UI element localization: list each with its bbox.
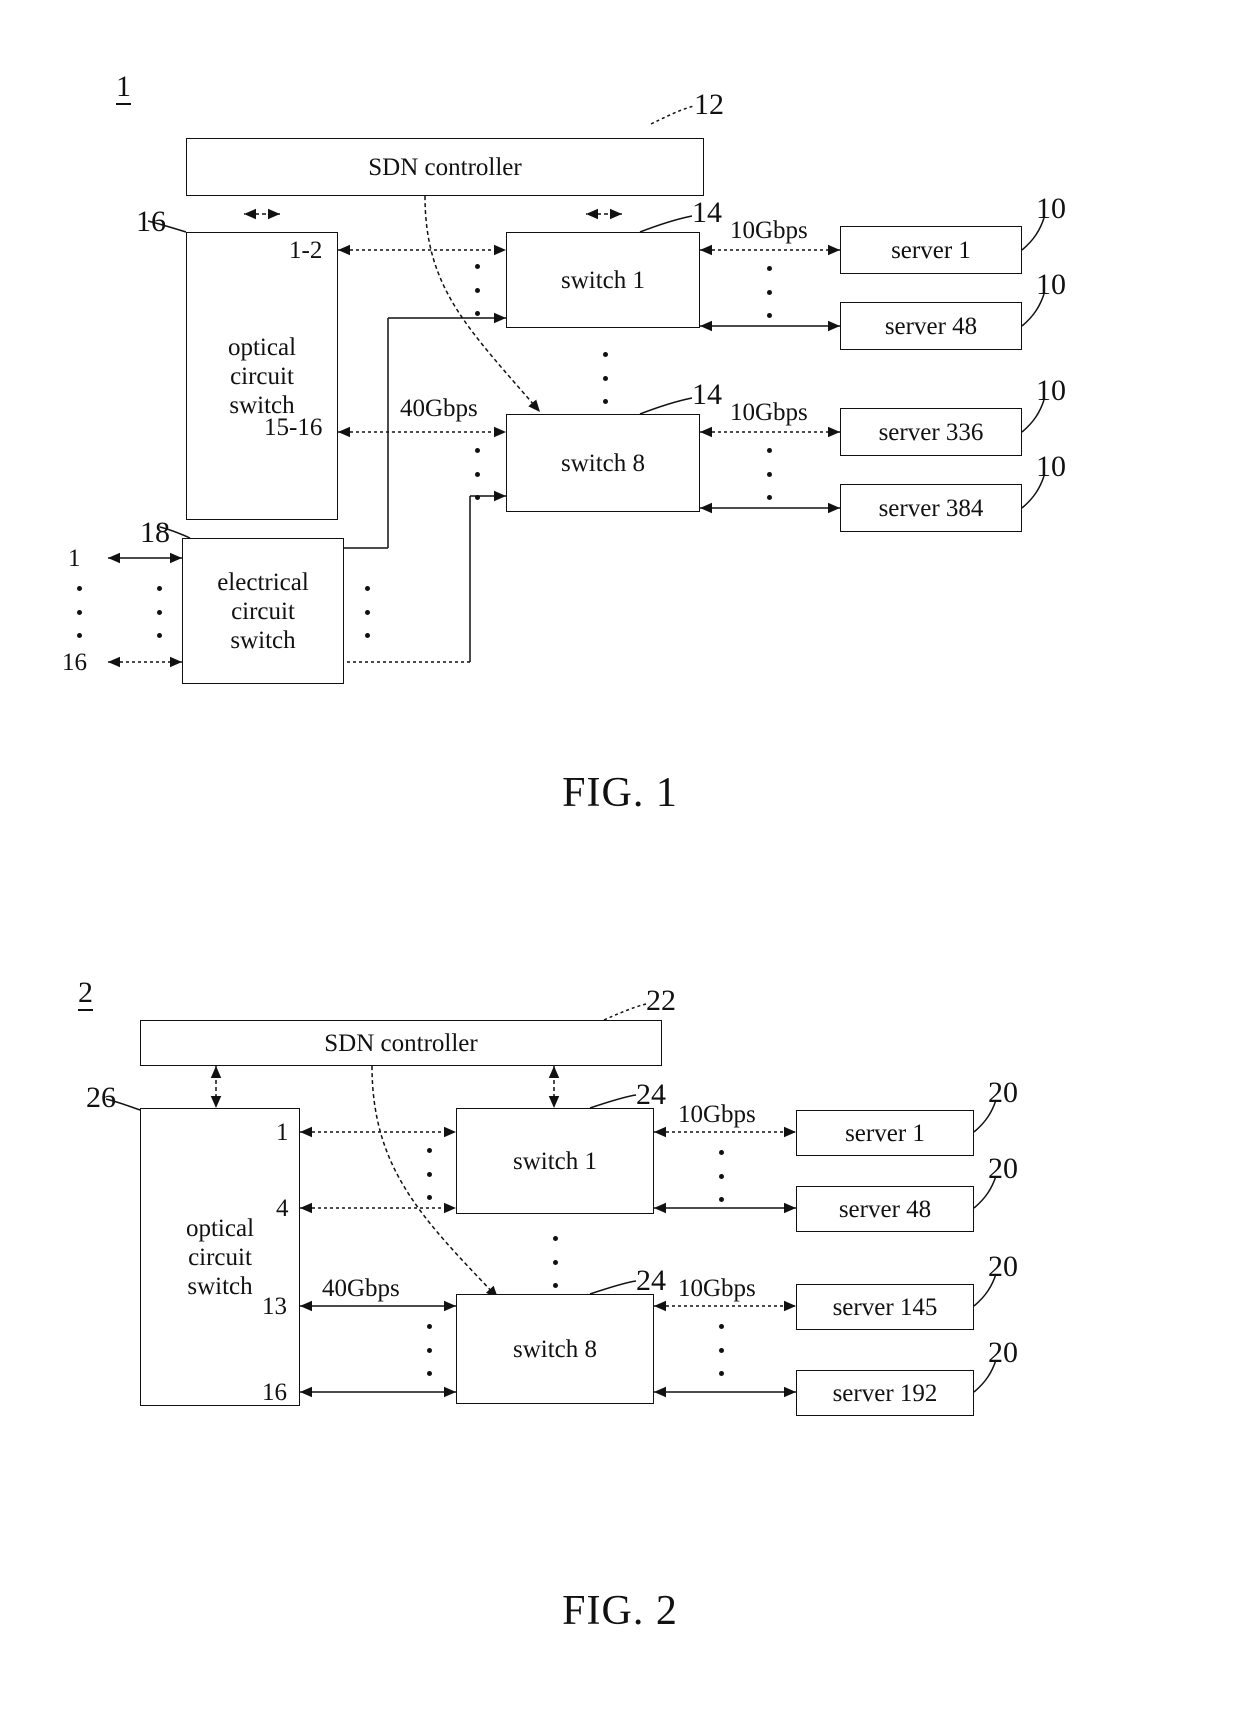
fig1-ref-14-bottom: 14 [692, 378, 722, 411]
fig1-ref-10-d: 10 [1036, 450, 1066, 483]
fig1-electrical-left-port-16: 16 [62, 649, 87, 676]
fig1-ref-18: 18 [140, 516, 170, 549]
fig2-rate-40gbps: 40Gbps [322, 1275, 400, 1302]
fig1-optical-switch-line-2: circuit [230, 362, 294, 390]
fig2-ref-24-bottom: 24 [636, 1264, 666, 1297]
fig1-switch-8-box: switch 8 [506, 414, 700, 512]
fig1-server-336-box: server 336 [840, 408, 1022, 456]
fig2-server-48-box: server 48 [796, 1186, 974, 1232]
fig1-server-336-label: server 336 [878, 418, 984, 446]
fig1-ref-16: 16 [136, 205, 166, 238]
fig2-server-192-box: server 192 [796, 1370, 974, 1416]
fig2-optical-port-16: 16 [262, 1379, 287, 1406]
fig1-electrical-switch-line-3: switch [230, 626, 296, 654]
fig2-ellipsis-optical-to-switch8 [424, 1324, 434, 1376]
fig1-ref-14-top: 14 [692, 196, 722, 229]
fig1-server-1-label: server 1 [891, 236, 971, 264]
fig1-ellipsis-electrical-left-outer [74, 586, 84, 638]
fig1-optical-port-15-16: 15-16 [264, 414, 323, 441]
fig2-switch-1-label: switch 1 [512, 1147, 598, 1175]
fig2-optical-port-4: 4 [276, 1195, 289, 1222]
fig1-ellipsis-switch1-servers [764, 266, 774, 318]
fig2-optical-port-1: 1 [276, 1119, 289, 1146]
figure-2-caption: FIG. 2 [562, 1588, 678, 1634]
fig2-ref-20-d: 20 [988, 1336, 1018, 1369]
figure-1: 1 SDN controller 12 optical circuit swit… [0, 0, 1240, 920]
fig1-server-384-box: server 384 [840, 484, 1022, 532]
fig2-switch-8-label: switch 8 [512, 1335, 598, 1363]
fig1-ref-10-b: 10 [1036, 268, 1066, 301]
fig1-switch-1-label: switch 1 [560, 266, 646, 294]
figure-2-number: 2 [78, 976, 93, 1011]
fig2-optical-switch-line-1: optical [185, 1214, 255, 1242]
fig1-sdn-controller-label: SDN controller [368, 153, 522, 181]
fig1-switch-1-box: switch 1 [506, 232, 700, 328]
fig1-ellipsis-electrical-left-inner [154, 586, 164, 638]
fig2-server-145-box: server 145 [796, 1284, 974, 1330]
fig1-optical-port-1-2: 1-2 [289, 237, 323, 264]
fig2-ref-20-a: 20 [988, 1076, 1018, 1109]
fig2-optical-port-13: 13 [262, 1293, 287, 1320]
fig1-ref-10-c: 10 [1036, 374, 1066, 407]
fig1-switch-8-label: switch 8 [560, 449, 646, 477]
figure-1-caption: FIG. 1 [562, 770, 678, 816]
fig2-ref-26: 26 [86, 1081, 116, 1114]
fig1-electrical-switch-line-2: circuit [231, 597, 295, 625]
fig1-server-48-box: server 48 [840, 302, 1022, 350]
fig2-server-192-label: server 192 [832, 1379, 938, 1407]
fig1-ellipsis-switch8-servers [764, 448, 774, 500]
fig1-electrical-left-port-1: 1 [68, 545, 81, 572]
fig2-ellipsis-switch1-servers [716, 1150, 726, 1202]
fig1-optical-switch-line-1: optical [227, 333, 297, 361]
fig1-ref-12: 12 [694, 88, 724, 121]
fig2-sdn-controller-label: SDN controller [324, 1029, 478, 1057]
figure-2: 2 SDN controller 22 optical circuit swit… [0, 920, 1240, 1729]
fig2-optical-switch-line-2: circuit [188, 1243, 252, 1271]
fig1-server-384-label: server 384 [878, 494, 984, 522]
figure-1-number: 1 [116, 70, 131, 105]
fig2-rate-10gbps-bottom: 10Gbps [678, 1275, 756, 1302]
fig1-server-48-label: server 48 [884, 312, 978, 340]
fig2-switch-1-box: switch 1 [456, 1108, 654, 1214]
fig2-ref-24-top: 24 [636, 1078, 666, 1111]
fig2-optical-circuit-switch-box: optical circuit switch [140, 1108, 300, 1406]
fig2-ellipsis-switch8-servers [716, 1324, 726, 1376]
fig1-rate-10gbps-top: 10Gbps [730, 217, 808, 244]
fig1-ref-10-a: 10 [1036, 192, 1066, 225]
fig1-optical-circuit-switch-box: optical circuit switch [186, 232, 338, 520]
fig1-electrical-circuit-switch-box: electrical circuit switch [182, 538, 344, 684]
fig1-ellipsis-optical-to-switch8 [472, 448, 482, 500]
fig1-server-1-box: server 1 [840, 226, 1022, 274]
fig2-switch-8-box: switch 8 [456, 1294, 654, 1404]
fig2-sdn-controller-box: SDN controller [140, 1020, 662, 1066]
fig2-optical-switch-line-3: switch [187, 1272, 253, 1300]
fig1-ellipsis-between-switches [600, 352, 610, 404]
fig2-server-145-label: server 145 [832, 1293, 938, 1321]
fig2-server-1-label: server 1 [845, 1119, 925, 1147]
fig1-rate-10gbps-bottom: 10Gbps [730, 399, 808, 426]
fig1-ellipsis-optical-to-switch1 [472, 264, 482, 316]
fig2-ellipsis-between-switches [550, 1236, 560, 1288]
fig2-ellipsis-optical-to-switch1 [424, 1148, 434, 1200]
fig1-electrical-switch-line-1: electrical [217, 568, 309, 596]
fig2-server-48-label: server 48 [838, 1195, 932, 1223]
fig2-ref-20-c: 20 [988, 1250, 1018, 1283]
fig1-ellipsis-electrical-right [362, 586, 372, 638]
fig1-rate-40gbps: 40Gbps [400, 395, 478, 422]
fig2-ref-22: 22 [646, 984, 676, 1017]
fig1-sdn-controller-box: SDN controller [186, 138, 704, 196]
fig2-ref-20-b: 20 [988, 1152, 1018, 1185]
fig2-server-1-box: server 1 [796, 1110, 974, 1156]
fig2-rate-10gbps-top: 10Gbps [678, 1101, 756, 1128]
